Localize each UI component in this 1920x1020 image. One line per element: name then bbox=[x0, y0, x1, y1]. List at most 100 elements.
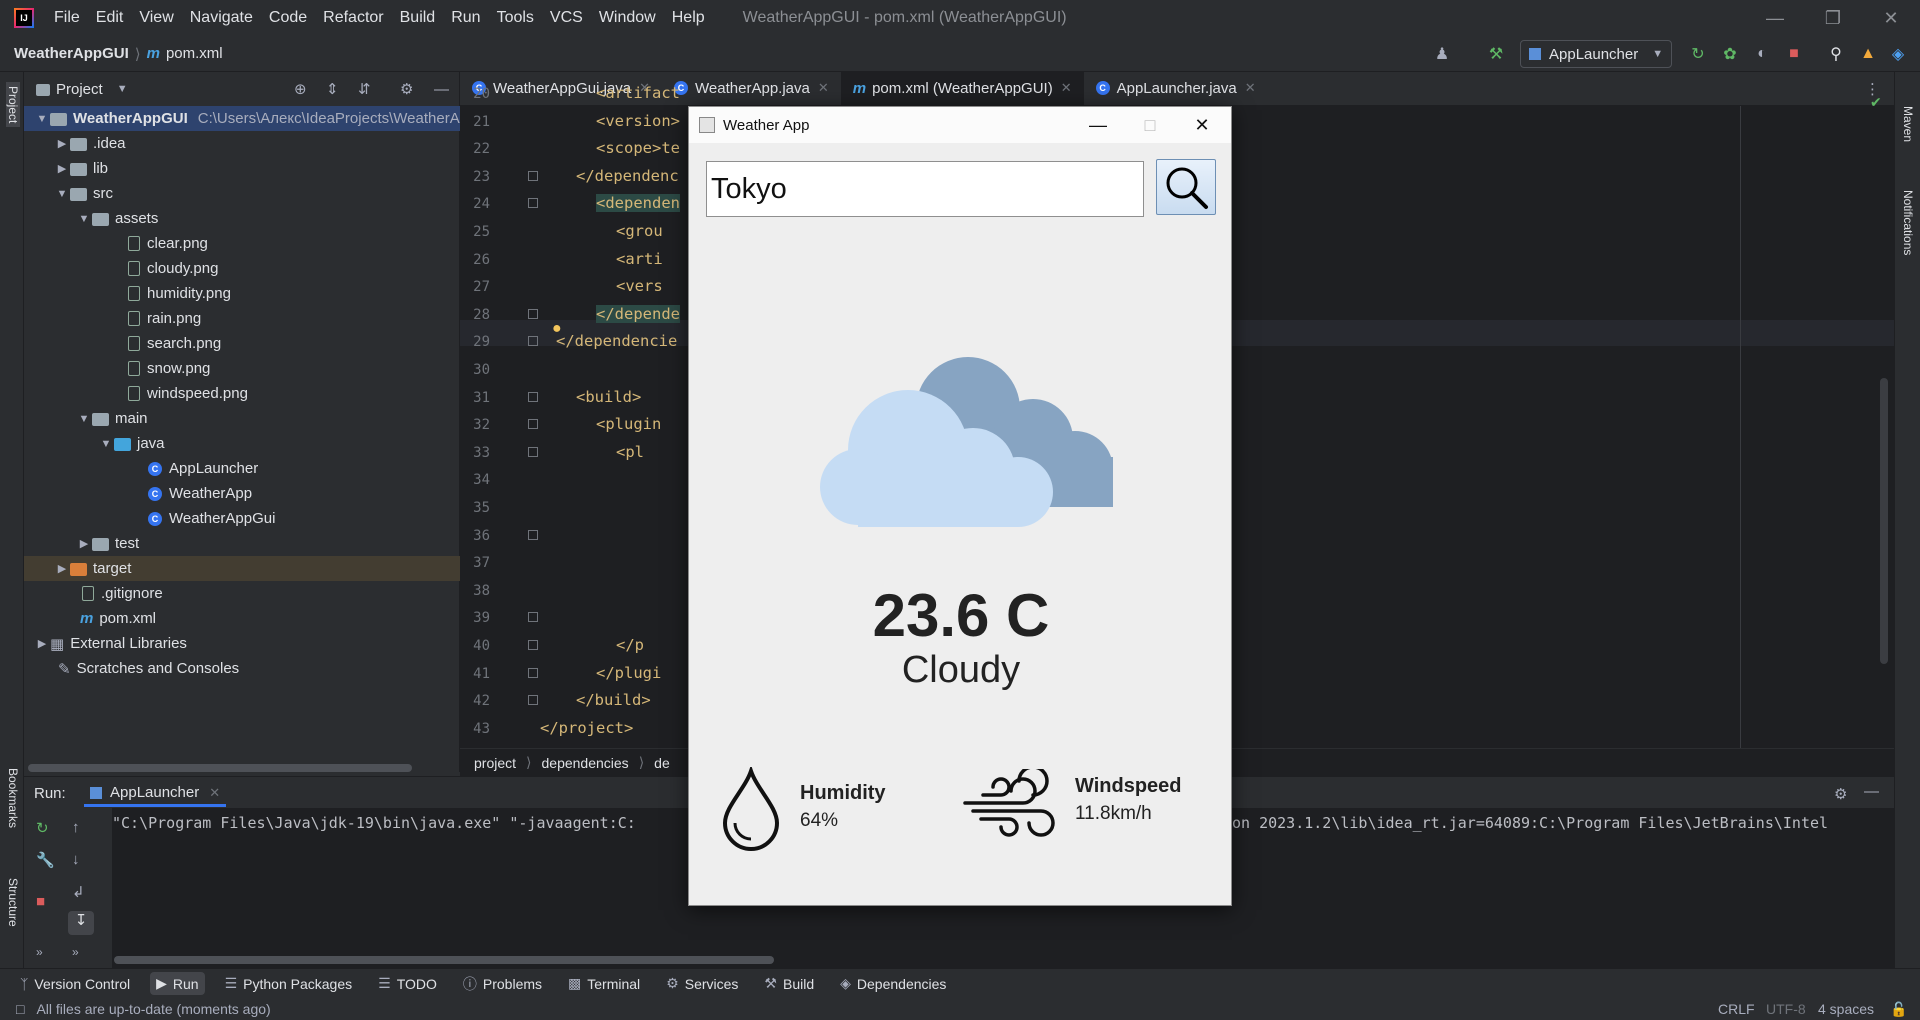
close-icon[interactable]: ✕ bbox=[1173, 107, 1231, 143]
menu-run[interactable]: Run bbox=[443, 0, 488, 36]
panel-toggle-icon[interactable]: □ bbox=[16, 1001, 24, 1017]
bookmarks-tool-label[interactable]: Bookmarks bbox=[6, 768, 20, 828]
menu-navigate[interactable]: Navigate bbox=[182, 0, 261, 36]
tree-item-idea[interactable]: ▶ .idea bbox=[24, 131, 460, 156]
tree-item-src[interactable]: ▼ src bbox=[24, 181, 460, 206]
tool-services[interactable]: ⚙ Services bbox=[660, 972, 744, 995]
tool-problems[interactable]: ⓘ Problems bbox=[457, 971, 548, 997]
tree-item-assets[interactable]: ▼ assets bbox=[24, 206, 460, 231]
collapse-all-icon[interactable]: ⇵ bbox=[358, 80, 371, 98]
tool-run[interactable]: ▶ Run bbox=[150, 972, 205, 995]
fold-marker-icon[interactable] bbox=[528, 419, 538, 430]
tree-item-class[interactable]: C AppLauncher bbox=[24, 456, 460, 481]
menu-file[interactable]: File bbox=[46, 0, 88, 36]
search-icon[interactable]: ⚲ bbox=[1826, 44, 1846, 64]
breadcrumb-file[interactable]: m pom.xml bbox=[147, 45, 223, 62]
breadcrumb-project[interactable]: WeatherAppGUI bbox=[14, 45, 129, 62]
fold-marker-icon[interactable] bbox=[528, 695, 538, 706]
city-search-input[interactable]: Tokyo bbox=[706, 161, 1144, 217]
tree-item-lib[interactable]: ▶ lib bbox=[24, 156, 460, 181]
fold-marker-icon[interactable] bbox=[528, 198, 538, 209]
rerun-icon[interactable]: ↻ bbox=[36, 819, 49, 837]
expand-icon[interactable]: » bbox=[72, 945, 79, 959]
tree-item-class[interactable]: C WeatherApp bbox=[24, 481, 460, 506]
fold-marker-icon[interactable] bbox=[528, 446, 538, 457]
menu-edit[interactable]: Edit bbox=[88, 0, 132, 36]
horizontal-scrollbar[interactable] bbox=[28, 764, 412, 772]
project-panel-title[interactable]: Project bbox=[56, 81, 103, 98]
debug-icon[interactable]: ✿ bbox=[1720, 44, 1740, 64]
expand-all-icon[interactable]: ⇕ bbox=[326, 80, 339, 98]
coverage-icon[interactable]: ◐ bbox=[1752, 44, 1772, 64]
menu-tools[interactable]: Tools bbox=[489, 0, 542, 36]
tree-item-file[interactable]: cloudy.png bbox=[24, 256, 460, 281]
hide-panel-icon[interactable]: — bbox=[434, 81, 449, 98]
arrow-down-icon[interactable]: ↓ bbox=[72, 851, 80, 868]
notifications-tool-label[interactable]: Notifications bbox=[1901, 190, 1915, 255]
tool-build[interactable]: ⚒ Build bbox=[758, 972, 820, 995]
gear-icon[interactable]: ⚙ bbox=[400, 80, 413, 98]
fold-marker-icon[interactable] bbox=[528, 612, 538, 623]
project-tool-label[interactable]: Project bbox=[6, 82, 20, 128]
tree-item-file[interactable]: snow.png bbox=[24, 356, 460, 381]
close-tab-icon[interactable]: ✕ bbox=[1245, 80, 1256, 96]
inspection-ok-icon[interactable]: ✔ bbox=[1870, 94, 1882, 111]
menu-build[interactable]: Build bbox=[392, 0, 444, 36]
run-configuration-select[interactable]: AppLauncher ▼ bbox=[1520, 40, 1672, 68]
crumb-dependencies[interactable]: dependencies bbox=[542, 755, 629, 771]
tool-version-control[interactable]: ᛉ Version Control bbox=[14, 973, 136, 995]
menu-code[interactable]: Code bbox=[261, 0, 315, 36]
minimize-icon[interactable]: — bbox=[1746, 0, 1804, 36]
rerun-icon[interactable]: ↻ bbox=[1688, 44, 1708, 64]
fold-marker-icon[interactable] bbox=[528, 640, 538, 650]
tab-pom[interactable]: m pom.xml (WeatherAppGUI) ✕ bbox=[840, 71, 1084, 105]
fold-marker-icon[interactable] bbox=[528, 529, 538, 540]
menu-refactor[interactable]: Refactor bbox=[315, 0, 391, 36]
update-icon[interactable]: ▲ bbox=[1858, 44, 1878, 64]
tree-item-test[interactable]: ▶ test bbox=[24, 531, 460, 556]
tree-root[interactable]: ▼ WeatherAppGUI C:\Users\Алекс\IdeaProject… bbox=[24, 106, 460, 131]
chevron-down-icon[interactable]: ▼ bbox=[117, 83, 128, 95]
locate-icon[interactable]: ⊕ bbox=[294, 80, 307, 98]
tree-item-file[interactable]: humidity.png bbox=[24, 281, 460, 306]
fold-marker-icon[interactable] bbox=[528, 308, 538, 319]
tool-python-packages[interactable]: ☰ Python Packages bbox=[219, 972, 359, 995]
run-tab-applauncher[interactable]: AppLauncher ✕ bbox=[84, 781, 227, 807]
tree-item-java[interactable]: ▼ java bbox=[24, 431, 460, 456]
menu-help[interactable]: Help bbox=[664, 0, 713, 36]
scroll-to-end-icon[interactable]: ↧ bbox=[68, 911, 94, 935]
soft-wrap-icon[interactable]: ↲ bbox=[72, 883, 85, 901]
fold-marker-icon[interactable] bbox=[528, 667, 538, 678]
tree-item-file[interactable]: clear.png bbox=[24, 231, 460, 256]
hide-panel-icon[interactable]: — bbox=[1864, 783, 1879, 800]
wrench-icon[interactable]: 🔧 bbox=[36, 851, 55, 869]
tree-item-file[interactable]: rain.png bbox=[24, 306, 460, 331]
tree-item-file[interactable]: search.png bbox=[24, 331, 460, 356]
tree-item-external-libraries[interactable]: ▶ ▦ External Libraries bbox=[24, 631, 460, 656]
tree-item-target[interactable]: ▶ target bbox=[24, 556, 460, 581]
ai-assistant-icon[interactable]: ◈ bbox=[1888, 44, 1908, 64]
close-tab-icon[interactable]: ✕ bbox=[818, 80, 829, 96]
maven-tool-label[interactable]: Maven bbox=[1901, 106, 1915, 142]
crumb-project[interactable]: project bbox=[474, 755, 516, 771]
tree-item-class[interactable]: C WeatherAppGui bbox=[24, 506, 460, 531]
tool-dependencies[interactable]: ◈ Dependencies bbox=[834, 972, 952, 995]
tree-item-pom[interactable]: m pom.xml bbox=[24, 606, 460, 631]
build-hammer-icon[interactable]: ⚒ bbox=[1486, 44, 1506, 64]
structure-tool-label[interactable]: Structure bbox=[6, 878, 20, 927]
console-scrollbar[interactable] bbox=[114, 956, 774, 964]
tool-todo[interactable]: ☰ TODO bbox=[372, 972, 443, 995]
indent-setting[interactable]: 4 spaces bbox=[1818, 1001, 1874, 1017]
fold-marker-icon[interactable] bbox=[528, 336, 538, 347]
menu-window[interactable]: Window bbox=[591, 0, 664, 36]
crumb-dependency[interactable]: de bbox=[654, 755, 670, 771]
restore-icon[interactable]: ❐ bbox=[1804, 0, 1862, 36]
stop-icon[interactable]: ■ bbox=[1784, 44, 1804, 64]
menu-view[interactable]: View bbox=[131, 0, 181, 36]
arrow-up-icon[interactable]: ↑ bbox=[72, 819, 80, 836]
tab-applauncher[interactable]: C AppLauncher.java ✕ bbox=[1084, 71, 1268, 105]
fold-marker-icon[interactable] bbox=[528, 391, 538, 402]
lock-icon[interactable]: 🔓 bbox=[1890, 1001, 1907, 1018]
tree-item-main[interactable]: ▼ main bbox=[24, 406, 460, 431]
stop-icon[interactable]: ■ bbox=[36, 893, 45, 910]
